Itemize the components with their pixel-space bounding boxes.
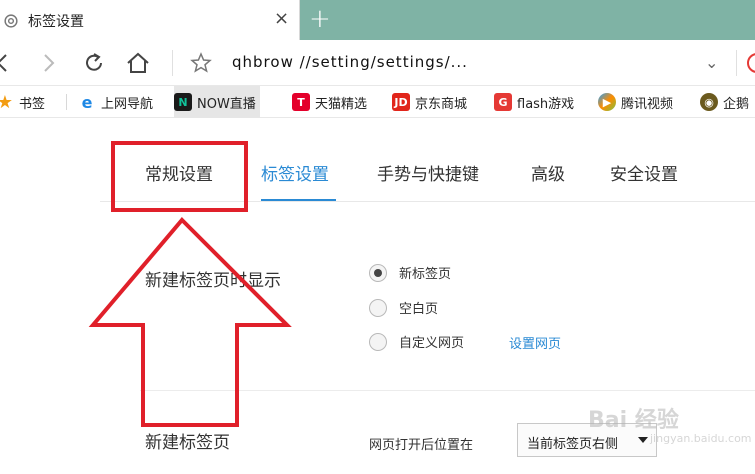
bookmark-item[interactable]: JD 京东商城 bbox=[392, 86, 467, 118]
bookmark-label: 上网导航 bbox=[101, 96, 154, 112]
open-position-label: 网页打开后位置在 bbox=[369, 438, 474, 453]
radio-button[interactable] bbox=[369, 298, 387, 317]
bookmark-item[interactable]: ◉ 企鹅 bbox=[700, 86, 749, 118]
ie-icon: e bbox=[81, 92, 93, 112]
tab-strip: 标签设置 × + bbox=[0, 0, 755, 40]
bookmark-label: NOW直播 bbox=[197, 96, 256, 112]
bookmark-item[interactable]: N NOW直播 bbox=[174, 86, 260, 118]
bookmark-folder[interactable]: ★ 书签 bbox=[0, 86, 45, 118]
radio-button[interactable] bbox=[369, 263, 387, 282]
address-dropdown-icon[interactable]: ⌄ bbox=[705, 53, 718, 72]
toolbar-separator bbox=[736, 50, 737, 76]
select-caret-icon bbox=[638, 437, 648, 443]
bookmark-label: flash游戏 bbox=[517, 96, 575, 112]
option-label: 空白页 bbox=[399, 302, 439, 317]
tab-gestures-shortcuts[interactable]: 手势与快捷键 bbox=[377, 160, 479, 185]
section-divider bbox=[140, 390, 755, 391]
forward-icon[interactable] bbox=[36, 50, 62, 76]
address-bar[interactable]: qhbrow //setting/settings/... bbox=[232, 53, 468, 71]
tab-settings-page[interactable]: 标签设置 × bbox=[0, 0, 300, 40]
new-tab-display-label: 新建标签页时显示 bbox=[145, 271, 281, 291]
bookmark-label: 书签 bbox=[19, 96, 46, 112]
address-separator bbox=[172, 50, 173, 76]
tab-general-settings[interactable]: 常规设置 bbox=[145, 160, 213, 185]
option-label: 自定义网页 bbox=[399, 336, 465, 351]
tab-title: 标签设置 bbox=[28, 14, 84, 30]
bookmark-item[interactable]: T 天猫精选 bbox=[292, 86, 367, 118]
tab-security-settings[interactable]: 安全设置 bbox=[610, 160, 678, 185]
bookmark-item[interactable]: e 上网导航 bbox=[78, 86, 153, 118]
jd-icon: JD bbox=[392, 93, 410, 111]
bookmark-label: 京东商城 bbox=[415, 96, 468, 112]
tab-tab-settings[interactable]: 标签设置 bbox=[261, 160, 329, 185]
navigation-toolbar: qhbrow //setting/settings/... ⌄ bbox=[0, 40, 755, 86]
flash-game-icon: G bbox=[494, 93, 512, 111]
active-tab-indicator bbox=[261, 199, 336, 201]
option-custom-page[interactable]: 自定义网页 bbox=[369, 332, 464, 351]
nav-divider bbox=[100, 201, 755, 202]
security-shield-icon[interactable] bbox=[744, 50, 755, 76]
penguin-icon: ◉ bbox=[700, 93, 718, 111]
tmall-icon: T bbox=[292, 93, 310, 111]
new-tab-section-label: 新建标签页 bbox=[145, 433, 230, 453]
favorite-star-icon[interactable] bbox=[188, 50, 214, 76]
bookmark-item[interactable]: G flash游戏 bbox=[494, 86, 574, 118]
new-tab-button[interactable]: + bbox=[309, 4, 331, 34]
refresh-icon[interactable] bbox=[81, 50, 107, 76]
set-webpage-link[interactable]: 设置网页 bbox=[509, 333, 561, 352]
watermark-text: Bai 经验 bbox=[588, 408, 679, 433]
select-value: 当前标签页右侧 bbox=[527, 437, 619, 452]
bookmark-label: 腾讯视频 bbox=[621, 96, 674, 112]
now-icon: N bbox=[174, 93, 192, 111]
bookmark-label: 天猫精选 bbox=[315, 96, 368, 112]
tencent-video-icon: ▶ bbox=[598, 93, 616, 111]
radio-button[interactable] bbox=[369, 332, 387, 351]
option-label: 新标签页 bbox=[399, 267, 452, 282]
watermark-subtext: jingyan.baidu.com bbox=[650, 432, 752, 445]
close-tab-icon[interactable]: × bbox=[274, 8, 289, 29]
back-icon[interactable] bbox=[0, 50, 18, 76]
tab-advanced[interactable]: 高级 bbox=[531, 160, 565, 185]
bookmark-item[interactable]: ▶ 腾讯视频 bbox=[598, 86, 673, 118]
bookmark-separator bbox=[66, 94, 67, 110]
option-new-tab-page[interactable]: 新标签页 bbox=[369, 263, 451, 282]
bookmarks-bar: ★ 书签 e 上网导航 N NOW直播 T 天猫精选 JD 京东商城 G fla… bbox=[0, 86, 755, 118]
home-icon[interactable] bbox=[125, 50, 151, 76]
gear-icon bbox=[4, 14, 18, 28]
star-icon: ★ bbox=[0, 91, 14, 113]
bookmark-label: 企鹅 bbox=[723, 96, 750, 112]
option-blank-page[interactable]: 空白页 bbox=[369, 298, 438, 317]
